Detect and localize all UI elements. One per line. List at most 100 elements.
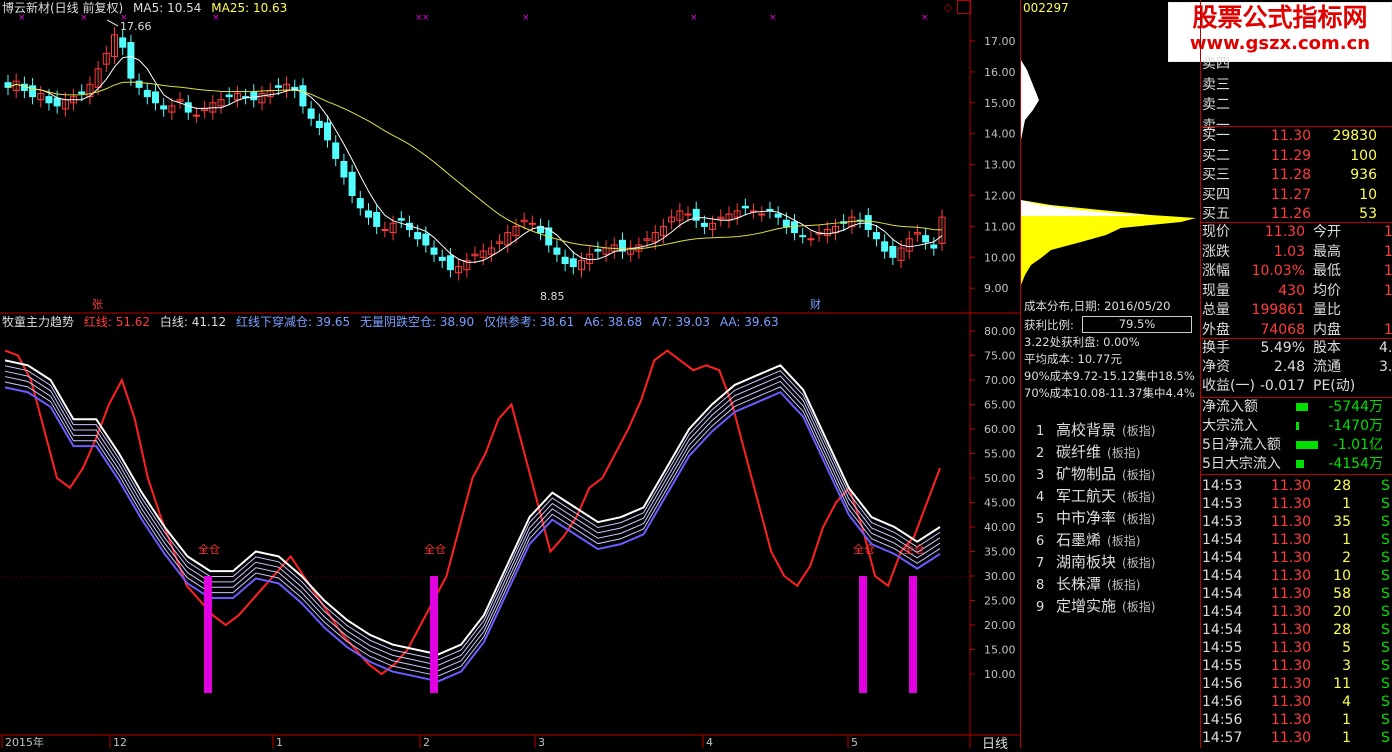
candle bbox=[307, 101, 315, 126]
candle bbox=[340, 153, 348, 185]
candle bbox=[741, 198, 749, 216]
period-label[interactable]: 日线 bbox=[982, 733, 1008, 752]
candle bbox=[356, 190, 364, 216]
candle bbox=[569, 251, 577, 275]
candle bbox=[487, 240, 495, 262]
signal-bar bbox=[430, 576, 438, 693]
stat-label: 最高 bbox=[1313, 243, 1341, 260]
sector-index: 9 bbox=[1036, 600, 1045, 615]
fund-label: 收益(一) bbox=[1202, 378, 1255, 394]
cost-line-4: 90%成本9.72-15.12集中18.5% bbox=[1024, 369, 1195, 383]
main-chart[interactable]: 17.00 16.00 15.00 14.00 13.00 12.00 11.00 10.00… bbox=[0, 0, 1020, 748]
sector-item[interactable]: 6 石墨烯 (板指) bbox=[1036, 529, 1140, 551]
diamond-icon[interactable]: ◇ bbox=[944, 1, 952, 14]
price-tick: 15.00 bbox=[984, 97, 1016, 110]
sector-item[interactable]: 9 定增实施 (板指) bbox=[1036, 595, 1155, 617]
sector-tag: (板指) bbox=[1122, 424, 1156, 438]
bid-label: 买二 bbox=[1202, 147, 1230, 164]
tick-volume: 1 bbox=[1342, 532, 1351, 548]
flow-label: 大宗流入 bbox=[1202, 418, 1258, 434]
stat-value: 74068 bbox=[1260, 321, 1305, 338]
indicator-tick: 40.00 bbox=[984, 521, 1016, 534]
tick-side: S bbox=[1381, 568, 1390, 584]
band-line bbox=[4, 370, 941, 666]
candle bbox=[373, 204, 381, 235]
tick-volume: 20 bbox=[1333, 604, 1351, 620]
tick-side: S bbox=[1381, 622, 1390, 638]
tick-volume: 1 bbox=[1342, 496, 1351, 512]
stat-value: 199861 bbox=[1251, 302, 1305, 318]
window-button[interactable] bbox=[957, 0, 971, 14]
zhang-marker: 张 bbox=[92, 298, 103, 311]
fund-value: 3. bbox=[1379, 359, 1392, 375]
profit-label: 获利比例: bbox=[1024, 318, 1074, 332]
stat-label: 现价 bbox=[1202, 224, 1230, 240]
tick-row: 14:55 11.30 5 S bbox=[1201, 639, 1392, 657]
indicator-tick: 10.00 bbox=[984, 668, 1016, 681]
sector-index: 1 bbox=[1036, 424, 1045, 439]
tick-side: S bbox=[1381, 586, 1390, 602]
stat-value: 1 bbox=[1384, 224, 1392, 240]
candle bbox=[537, 218, 545, 241]
sector-item[interactable]: 5 中市净率 (板指) bbox=[1036, 507, 1155, 529]
indicator-tick: 65.00 bbox=[984, 399, 1016, 412]
tick-time: 14:54 bbox=[1202, 604, 1243, 620]
tick-volume: 28 bbox=[1333, 478, 1351, 494]
candle bbox=[217, 91, 225, 114]
tick-price: 11.30 bbox=[1271, 478, 1312, 494]
sector-item[interactable]: 1 高校背景 (板指) bbox=[1036, 419, 1155, 441]
flow-bar bbox=[1296, 441, 1318, 449]
indicator-tick: 55.00 bbox=[984, 448, 1016, 461]
band-line bbox=[4, 359, 941, 656]
candlesticks bbox=[4, 27, 946, 281]
candle bbox=[397, 210, 405, 228]
fund-row: 换手 5.49% 股本 4. bbox=[1201, 339, 1392, 357]
sector-name: 中市净率 bbox=[1056, 509, 1117, 527]
cost-line-3: 平均成本: 10.77元 bbox=[1024, 352, 1122, 366]
sector-item[interactable]: 8 长株潭 (板指) bbox=[1036, 573, 1140, 595]
sector-item[interactable]: 7 湖南板块 (板指) bbox=[1036, 551, 1155, 573]
candle bbox=[283, 76, 291, 99]
low-label: 8.85 bbox=[540, 290, 565, 303]
candle bbox=[766, 201, 774, 219]
candle bbox=[233, 85, 241, 108]
price-tick: 12.00 bbox=[984, 190, 1016, 203]
sector-tag: (板指) bbox=[1122, 468, 1156, 482]
sector-item[interactable]: 2 碳纤维 (板指) bbox=[1036, 441, 1140, 463]
candle bbox=[119, 30, 127, 55]
stat-value: 125 bbox=[1384, 321, 1392, 338]
stock-title[interactable]: 博云新材(日线 前复权) bbox=[2, 1, 123, 15]
bid-price: 11.28 bbox=[1271, 167, 1312, 183]
bid-label: 买五 bbox=[1202, 206, 1230, 222]
tick-volume: 10 bbox=[1333, 568, 1351, 584]
stat-label: 涨跌 bbox=[1202, 243, 1230, 260]
stat-value: 1 bbox=[1384, 243, 1392, 260]
flow-label: 净流入额 bbox=[1202, 399, 1258, 415]
price-tick: 11.00 bbox=[984, 220, 1016, 233]
tick-time: 14:54 bbox=[1202, 568, 1243, 584]
candle bbox=[184, 95, 192, 120]
tick-row: 14:54 11.30 1 S bbox=[1201, 531, 1392, 549]
candle bbox=[446, 248, 454, 278]
tick-volume: 1 bbox=[1342, 712, 1351, 728]
a7-value: A7: 39.03 bbox=[651, 315, 711, 329]
sector-item[interactable]: 4 军工航天 (板指) bbox=[1036, 485, 1155, 507]
candle bbox=[111, 27, 119, 65]
indicator-name[interactable]: 牧童主力趋势 bbox=[2, 315, 74, 329]
flow-value: -4154万 bbox=[1328, 456, 1383, 472]
profit-box: 79.5% bbox=[1082, 316, 1192, 333]
bid-label: 买一 bbox=[1202, 128, 1230, 144]
candle bbox=[381, 221, 389, 238]
sector-item[interactable]: 3 矿物制品 (板指) bbox=[1036, 463, 1155, 485]
stat-row: 现价 11.30 今开 1 bbox=[1201, 223, 1392, 241]
candle bbox=[160, 98, 168, 117]
tick-time: 14:54 bbox=[1202, 586, 1243, 602]
tick-price: 11.30 bbox=[1271, 550, 1312, 566]
cost-line-5: 70%成本10.08-11.37集中4.4% bbox=[1024, 386, 1195, 400]
candle bbox=[602, 240, 610, 262]
ref-value: 仅供参考: 38.61 bbox=[484, 315, 575, 329]
tick-time: 14:53 bbox=[1202, 478, 1243, 494]
tick-price: 11.30 bbox=[1271, 730, 1312, 746]
candle bbox=[29, 78, 37, 105]
ma5-label: MA5: 10.54 bbox=[133, 1, 202, 15]
